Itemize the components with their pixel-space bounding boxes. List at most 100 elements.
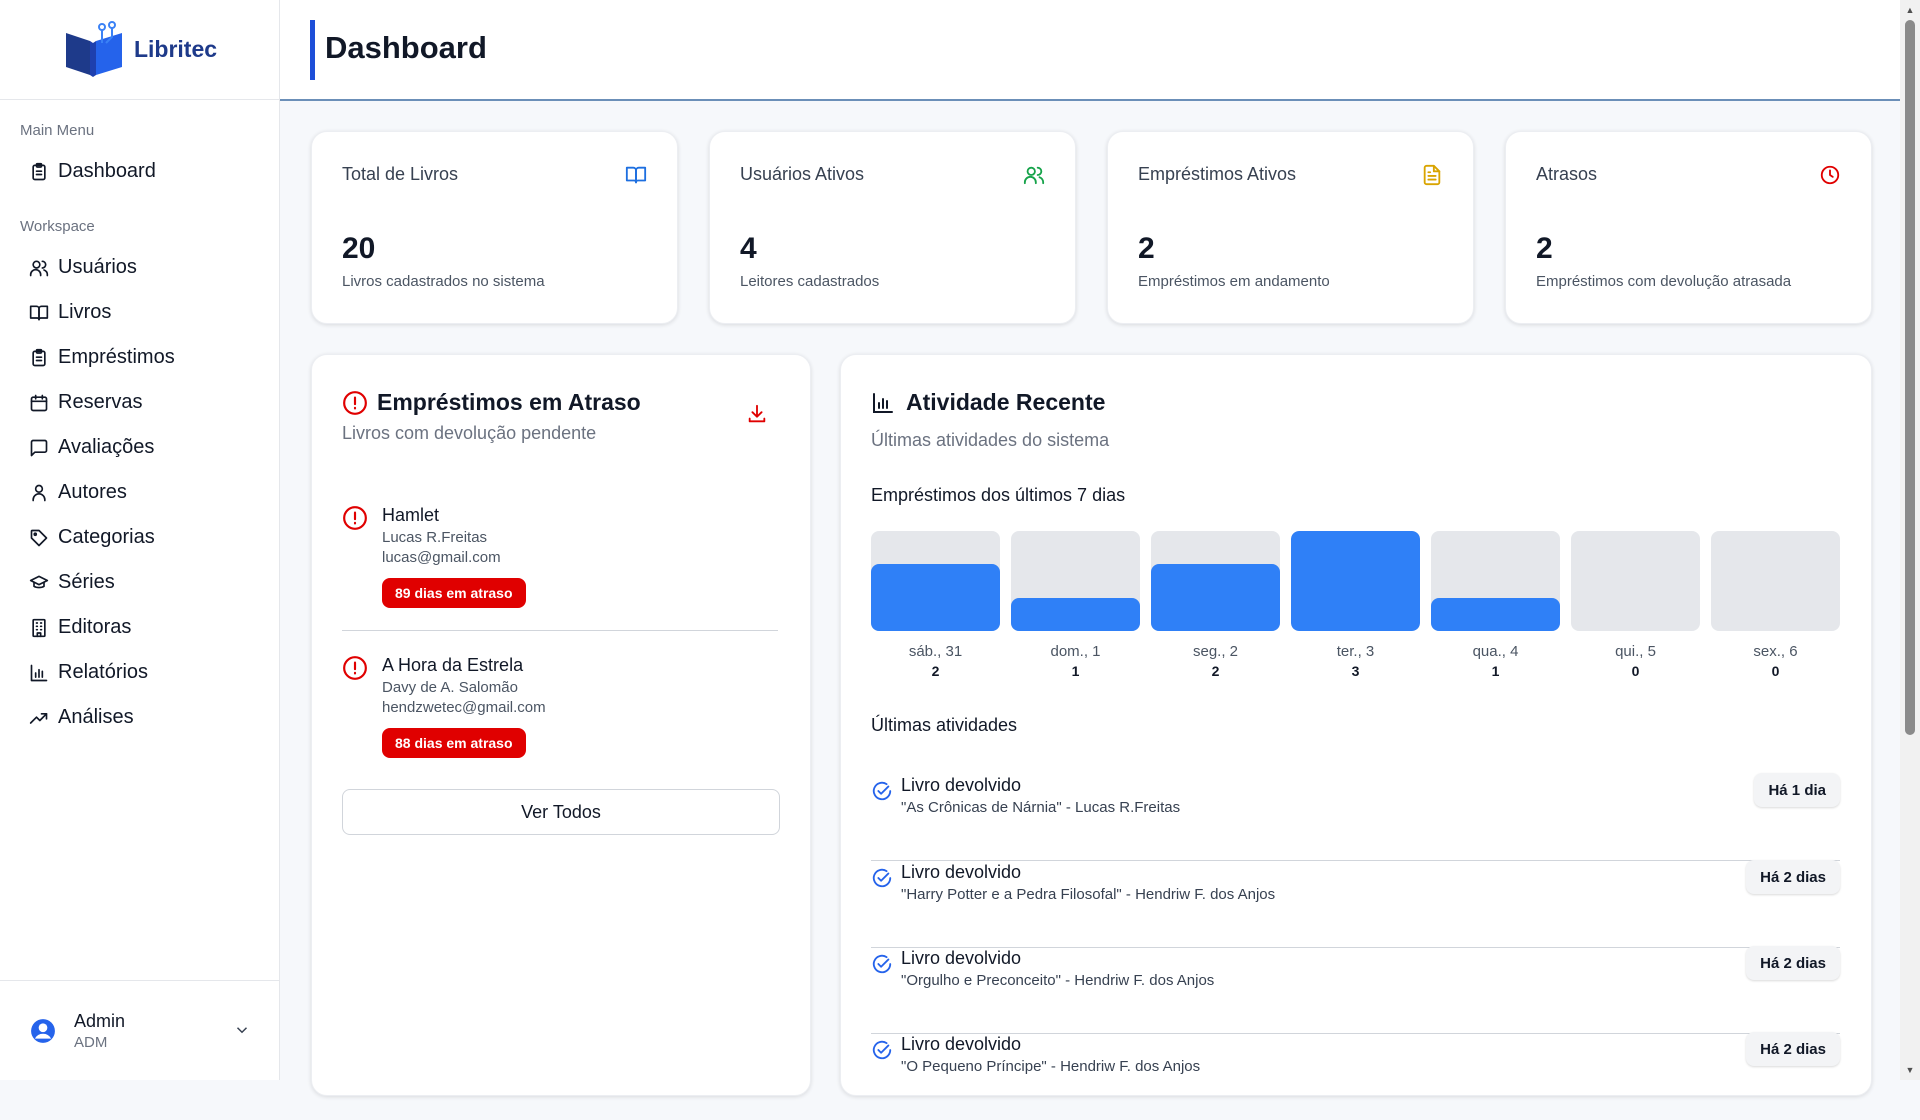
sidebar-item-label: Usuários [58,256,137,278]
sidebar-item-label: Livros [58,301,112,323]
book-open-icon [28,302,50,324]
sidebar-item-usuarios[interactable]: Usuários [0,245,279,290]
workspace-label: Workspace [20,218,95,235]
view-all-button[interactable]: Ver Todos [342,789,780,835]
trending-up-icon [28,707,50,729]
user-name: Admin [74,1010,126,1031]
chart-tick-label: sáb., 31 [908,643,963,660]
stat-title: Total de Livros [342,164,459,184]
overdue-item[interactable]: Hamlet Lucas R.Freitas lucas@gmail.com 8… [342,505,778,645]
chart-bar-track [1431,531,1560,631]
activity-desc: "Harry Potter e a Pedra Filosofal" - Hen… [901,886,1276,903]
book-title: A Hora da Estrela [382,655,524,675]
stat-card-total-livros: Total de Livros 20 Livros cadastrados no… [311,131,678,324]
chart-bar-track [1011,531,1140,631]
logo-book-icon [65,20,122,77]
check-circle-icon [872,1040,892,1060]
logo[interactable]: Libritec [0,0,279,100]
chart-bar [1151,564,1280,631]
avatar [31,1018,55,1043]
chart-bar-track [1151,531,1280,631]
scroll-down-arrow[interactable]: ▼ [1900,1062,1920,1078]
user-icon [28,482,50,504]
page-title: Dashboard [325,30,487,65]
tag-icon [28,527,50,549]
graduation-cap-icon [28,572,50,594]
activity-item[interactable]: Livro devolvido "Orgulho e Preconceito" … [871,946,1840,1034]
sidebar-item-categorias[interactable]: Categorias [0,515,279,560]
book-open-icon [625,164,647,186]
divider [342,630,778,631]
chart-bar-track [1571,531,1700,631]
overdue-badge: 89 dias em atraso [382,578,526,608]
alert-circle-icon [342,506,368,535]
chart-bar [1431,597,1560,631]
sidebar: Libritec Main Menu Dashboard Workspace U… [0,0,280,1080]
activity-item[interactable]: Livro devolvido "As Crônicas de Nárnia" … [871,773,1840,861]
chart-tick-label: qui., 5 [1615,643,1656,660]
logo-text: Libritec [133,36,218,62]
sidebar-item-editoras[interactable]: Editoras [0,605,279,650]
sidebar-item-livros[interactable]: Livros [0,290,279,335]
time-badge: Há 1 dia [1754,773,1840,807]
chart-bar-track [1291,531,1420,631]
sidebar-item-label: Séries [58,571,115,593]
sidebar-item-reservas[interactable]: Reservas [0,380,279,425]
download-icon[interactable] [746,403,768,425]
alert-circle-icon [343,391,367,415]
sidebar-item-label: Reservas [58,391,143,413]
activity-title: Livro devolvido [901,775,1022,795]
overdue-loans-card: Empréstimos em Atraso Livros com devoluç… [311,354,811,1096]
sidebar-item-autores[interactable]: Autores [0,470,279,515]
activity-title: Livro devolvido [901,1034,1022,1054]
activity-desc: "Orgulho e Preconceito" - Hendriw F. dos… [901,972,1215,989]
main-menu-label: Main Menu [20,122,95,139]
book-title: Hamlet [382,505,440,525]
user-menu[interactable]: Admin ADM [0,980,279,1080]
activity-item[interactable]: Livro devolvido "O Pequeno Príncipe" - H… [871,1032,1840,1120]
sidebar-item-relatorios[interactable]: Relatórios [0,650,279,695]
borrower-email: lucas@gmail.com [382,549,501,566]
activity-item[interactable]: Livro devolvido "Harry Potter e a Pedra … [871,860,1840,948]
overdue-item[interactable]: A Hora da Estrela Davy de A. Salomão hen… [342,655,778,785]
chart-data-label: 0 [1771,663,1780,679]
time-badge: Há 2 dias [1746,1032,1840,1066]
calendar-icon [28,392,50,414]
sidebar-item-label: Dashboard [58,160,156,182]
sidebar-item-label: Avaliações [58,436,155,458]
activity-desc: "O Pequeno Príncipe" - Hendriw F. dos An… [901,1058,1201,1075]
chart-tick-label: ter., 3 [1336,643,1375,660]
chart-tick-label: qua., 4 [1472,643,1519,660]
sidebar-item-dashboard[interactable]: Dashboard [0,149,279,194]
time-badge: Há 2 dias [1746,946,1840,980]
sidebar-item-label: Análises [58,706,134,728]
borrower-name: Davy de A. Salomão [382,679,518,696]
chart-data-label: 0 [1631,663,1640,679]
chart-bar [871,564,1000,631]
overdue-subtitle: Livros com devolução pendente [342,423,597,443]
check-circle-icon [872,954,892,974]
chart-tick-label: seg., 2 [1192,643,1239,660]
chevron-down-icon[interactable] [233,1021,251,1039]
chart-data-label: 1 [1071,663,1080,679]
activity-desc: "As Crônicas de Nárnia" - Lucas R.Freita… [901,799,1181,816]
borrower-email: hendzwetec@gmail.com [382,699,546,716]
scroll-up-arrow[interactable]: ▲ [1900,2,1920,18]
sidebar-item-series[interactable]: Séries [0,560,279,605]
chart-tick-label: dom., 1 [1050,643,1101,660]
time-badge: Há 2 dias [1746,860,1840,894]
sidebar-item-avaliacoes[interactable]: Avaliações [0,425,279,470]
sidebar-item-emprestimos[interactable]: Empréstimos [0,335,279,380]
stat-value: 4 [740,232,757,265]
check-circle-icon [872,781,892,801]
sidebar-item-analises[interactable]: Análises [0,695,279,740]
chart-data-label: 3 [1351,663,1360,679]
page-scrollbar[interactable]: ▲ ▼ [1900,0,1920,1080]
borrower-name: Lucas R.Freitas [382,529,488,546]
clipboard-icon [28,161,50,183]
sidebar-item-label: Editoras [58,616,132,638]
activity-title: Livro devolvido [901,862,1022,882]
scrollbar-thumb[interactable] [1905,20,1915,735]
sidebar-item-label: Categorias [58,526,155,548]
clipboard-list-icon [28,347,50,369]
